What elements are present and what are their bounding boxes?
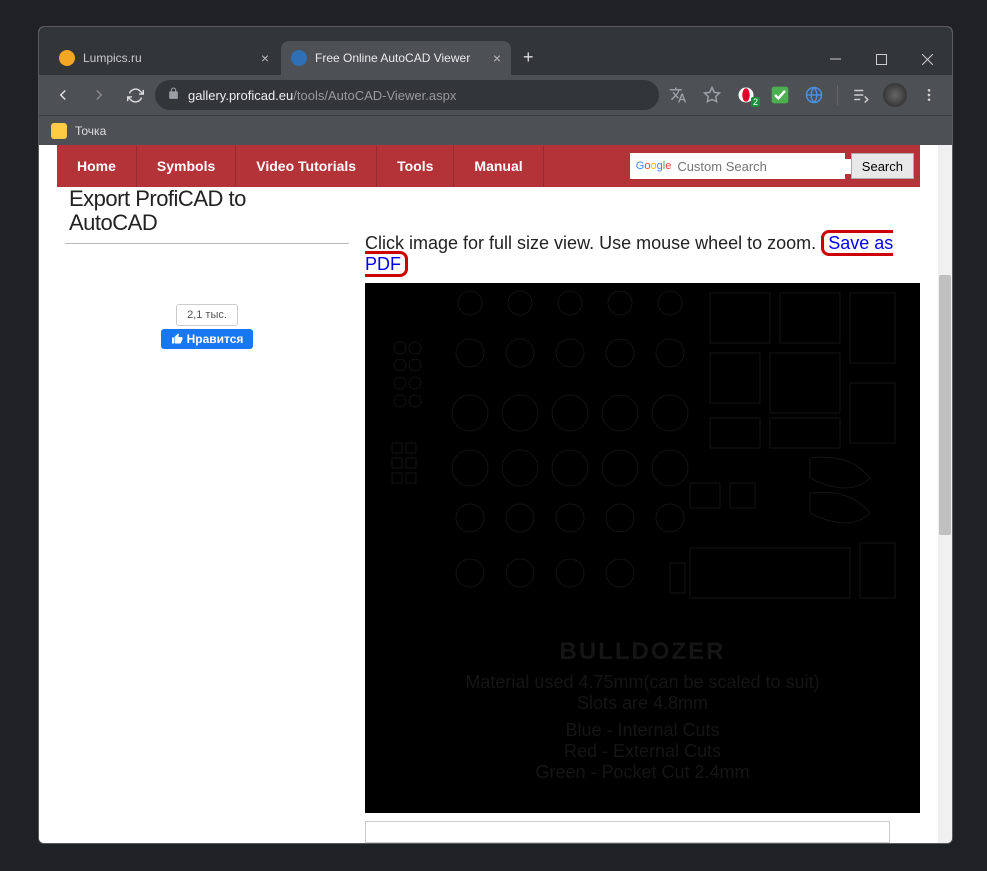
google-logo: Google xyxy=(636,160,672,172)
nav-symbols[interactable]: Symbols xyxy=(137,145,236,187)
url-host: gallery.proficad.eu xyxy=(188,88,293,103)
close-button[interactable] xyxy=(904,43,950,75)
bookmarks-bar: Точка xyxy=(39,115,952,145)
address-bar[interactable]: gallery.proficad.eu/tools/AutoCAD-Viewer… xyxy=(155,80,659,110)
extension-globe-icon[interactable] xyxy=(802,83,826,107)
tab-title-2: Free Online AutoCAD Viewer xyxy=(315,51,485,65)
back-button[interactable] xyxy=(47,79,79,111)
sidebar-heading-l2: AutoCAD xyxy=(69,210,157,235)
browser-tab-2[interactable]: Free Online AutoCAD Viewer × xyxy=(281,41,511,75)
thumbs-up-icon xyxy=(171,333,183,345)
window-titlebar[interactable] xyxy=(39,27,952,39)
star-icon[interactable] xyxy=(700,83,724,107)
tab-strip: Lumpics.ru × Free Online AutoCAD Viewer … xyxy=(39,39,952,75)
page-viewport: Home Symbols Video Tutorials Tools Manua… xyxy=(39,145,952,843)
menu-icon[interactable] xyxy=(917,83,941,107)
toolbar: gallery.proficad.eu/tools/AutoCAD-Viewer… xyxy=(39,75,952,115)
like-label: Нравится xyxy=(187,332,244,346)
like-count: 2,1 тыс. xyxy=(176,304,238,326)
cad-drawing xyxy=(365,283,920,623)
nav-home[interactable]: Home xyxy=(57,145,137,187)
nav-tutorials[interactable]: Video Tutorials xyxy=(236,145,377,187)
forward-button[interactable] xyxy=(83,79,115,111)
sidebar-heading[interactable]: Export ProfiCAD to AutoCAD xyxy=(65,187,349,244)
tab-close-icon[interactable]: × xyxy=(493,50,501,66)
nav-tools[interactable]: Tools xyxy=(377,145,454,187)
extension-opera-icon[interactable]: 2 xyxy=(734,83,758,107)
lock-icon xyxy=(167,87,180,103)
bottom-input-bar[interactable] xyxy=(365,821,890,843)
page-content: Home Symbols Video Tutorials Tools Manua… xyxy=(39,145,938,843)
drawing-line-1: Material used 4.75mm(can be scaled to su… xyxy=(365,672,920,693)
nav-search: Google Search xyxy=(624,145,920,187)
sidebar: Export ProfiCAD to AutoCAD 2,1 тыс. Нрав… xyxy=(57,187,357,843)
favicon-2 xyxy=(291,50,307,66)
separator xyxy=(837,85,838,105)
tab-title-1: Lumpics.ru xyxy=(83,51,253,65)
search-button[interactable]: Search xyxy=(851,153,914,179)
extension-badge: 2 xyxy=(751,97,760,107)
bookmark-folder-icon xyxy=(51,123,67,139)
drawing-title: BULLDOZER xyxy=(365,638,920,666)
sidebar-heading-l1: Export ProfiCAD to xyxy=(69,186,246,211)
drawing-text: BULLDOZER Material used 4.75mm(can be sc… xyxy=(365,638,920,783)
viewer-instruction: Click image for full size view. Use mous… xyxy=(365,233,920,275)
reading-list-icon[interactable] xyxy=(849,83,873,107)
reload-button[interactable] xyxy=(119,79,151,111)
drawing-line-4: Red - External Cuts xyxy=(365,741,920,762)
extension-check-icon[interactable] xyxy=(768,83,792,107)
window-controls xyxy=(812,43,952,75)
scrollbar[interactable] xyxy=(938,145,952,843)
main-content: Click image for full size view. Use mous… xyxy=(357,187,920,843)
like-button[interactable]: Нравится xyxy=(161,329,254,349)
scrollbar-thumb[interactable] xyxy=(939,275,951,535)
search-box[interactable]: Google xyxy=(630,153,845,179)
instruction-text: Click image for full size view. Use mous… xyxy=(365,233,816,253)
drawing-line-5: Green - Pocket Cut 2.4mm xyxy=(365,762,920,783)
like-widget: 2,1 тыс. Нравится xyxy=(65,304,349,350)
minimize-button[interactable] xyxy=(812,43,858,75)
site-navbar: Home Symbols Video Tutorials Tools Manua… xyxy=(57,145,920,187)
browser-tab-1[interactable]: Lumpics.ru × xyxy=(49,41,279,75)
bookmark-label[interactable]: Точка xyxy=(75,124,106,138)
favicon-1 xyxy=(59,50,75,66)
profile-avatar[interactable] xyxy=(883,83,907,107)
tab-close-icon[interactable]: × xyxy=(261,50,269,66)
new-tab-button[interactable]: + xyxy=(513,47,544,68)
drawing-line-2: Slots are 4.8mm xyxy=(365,693,920,714)
translate-icon[interactable] xyxy=(666,83,690,107)
browser-window: Lumpics.ru × Free Online AutoCAD Viewer … xyxy=(38,26,953,844)
nav-manual[interactable]: Manual xyxy=(454,145,543,187)
cad-drawing-viewer[interactable]: BULLDOZER Material used 4.75mm(can be sc… xyxy=(365,283,920,813)
url-path: /tools/AutoCAD-Viewer.aspx xyxy=(293,88,456,103)
search-input[interactable] xyxy=(677,159,853,174)
drawing-line-3: Blue - Internal Cuts xyxy=(365,720,920,741)
maximize-button[interactable] xyxy=(858,43,904,75)
